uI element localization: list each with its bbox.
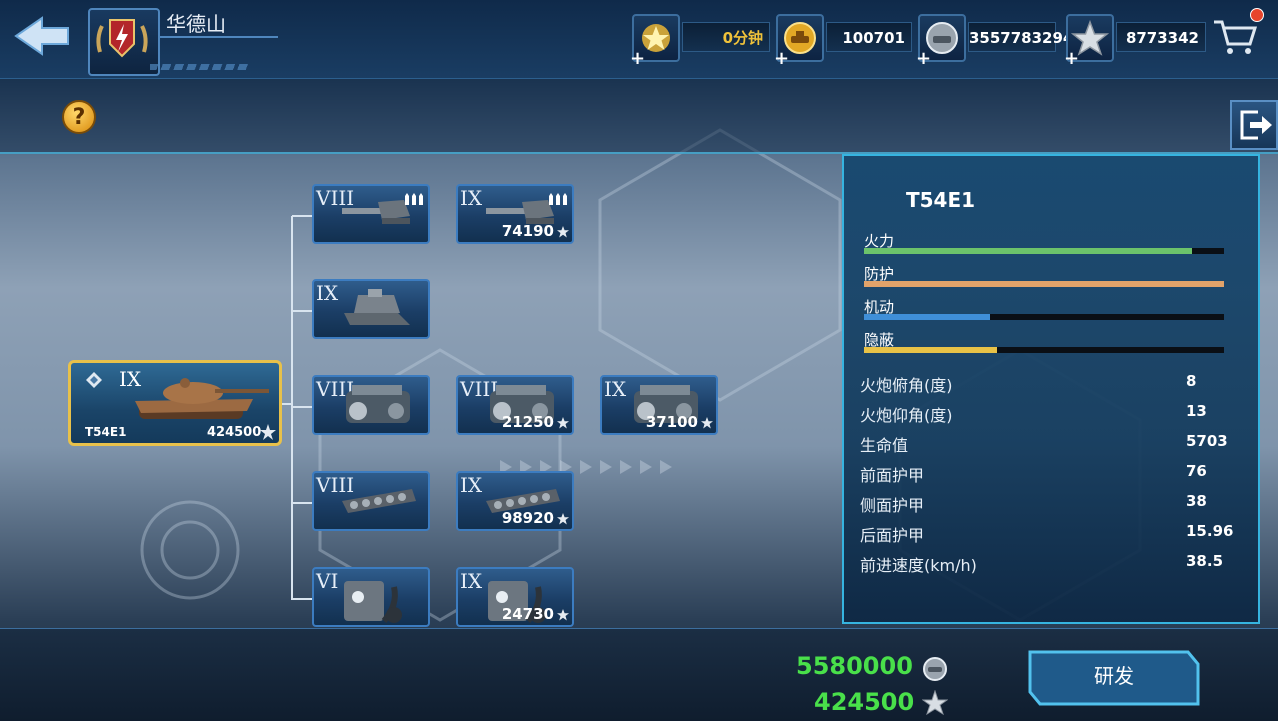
free-xp-resource[interactable]: 8773342 + (1064, 14, 1206, 69)
stat-label: 火炮仰角(度) (860, 406, 953, 425)
xp-star-icon (260, 424, 276, 440)
module-node-engine[interactable]: IX 37100 (600, 375, 718, 435)
stat-bar (864, 281, 1224, 287)
xp-star-icon (922, 690, 948, 716)
module-node-tracks[interactable]: VIII (312, 471, 430, 531)
silver-value: 3557783294 (968, 22, 1073, 52)
stat-value: 5703 (1186, 432, 1228, 450)
tank-image (135, 378, 269, 419)
xp-star-icon (557, 609, 569, 621)
stat-bar (864, 314, 1224, 320)
research-xp-cost: 424500 (814, 688, 915, 716)
module-xp-cost: 24730 (501, 605, 554, 623)
silver-coin-icon (923, 657, 947, 681)
xp-star-icon (557, 513, 569, 525)
ammo-icon (404, 190, 424, 209)
stat-bar-fill (864, 347, 998, 353)
stat-value: 15.96 (1186, 522, 1234, 540)
tank-class-diamond-icon (86, 372, 102, 388)
research-button[interactable]: 研发 (1028, 650, 1200, 706)
module-tier: IX (460, 569, 483, 593)
stat-bar (864, 347, 1224, 353)
free-xp-value: 8773342 (1116, 22, 1206, 52)
stat-bar-fill (864, 248, 1192, 254)
tracks-module-icon (338, 479, 418, 523)
stat-label: 侧面护甲 (860, 496, 925, 515)
stat-bar-fill (864, 314, 990, 320)
tank-xp: 424500 (207, 425, 262, 440)
notification-dot (1250, 8, 1264, 22)
module-tier: VI (316, 569, 339, 593)
stat-bar-fill (864, 281, 1224, 287)
exit-button[interactable] (1230, 100, 1278, 150)
module-node-radio[interactable]: VI (312, 567, 430, 627)
shopping-cart-icon[interactable] (1212, 14, 1258, 58)
module-xp-cost: 74190 (501, 222, 554, 240)
stat-bar (864, 248, 1224, 254)
module-tier: IX (316, 281, 339, 305)
stat-label: 后面护甲 (860, 526, 925, 545)
module-node-engine[interactable]: VIII (312, 375, 430, 435)
module-node-radio[interactable]: IX 24730 (456, 567, 574, 627)
stat-value: 38.5 (1186, 552, 1224, 570)
add-free-xp-button[interactable]: + (1064, 48, 1079, 69)
stat-value: 8 (1186, 372, 1197, 390)
stat-label: 生命值 (860, 436, 909, 455)
module-tier: IX (460, 186, 483, 210)
module-node-tracks[interactable]: IX 98920 (456, 471, 574, 531)
module-xp-cost: 37100 (645, 413, 698, 431)
add-silver-button[interactable]: + (916, 48, 931, 69)
module-node-gun[interactable]: VIII (312, 184, 430, 244)
radio-module-icon (338, 575, 418, 631)
stat-value: 76 (1186, 462, 1207, 480)
stat-label: 前进速度(km/h) (860, 556, 977, 575)
engine-module-icon (338, 383, 422, 435)
stat-label: 火炮俯角(度) (860, 376, 953, 395)
xp-star-icon (557, 226, 569, 238)
current-tank-node[interactable]: IX T54E1 424500 (68, 360, 282, 446)
module-node-gun[interactable]: IX 74190 (456, 184, 574, 244)
xp-star-icon (557, 417, 569, 429)
ammo-icon (548, 190, 568, 209)
stat-value: 13 (1186, 402, 1207, 420)
module-xp-cost: 21250 (501, 413, 554, 431)
research-silver-cost: 5580000 (796, 652, 913, 680)
tank-name: T54E1 (85, 425, 127, 439)
xp-star-icon (701, 417, 713, 429)
research-button-label: 研发 (1094, 664, 1134, 688)
module-node-engine[interactable]: VIII 21250 (456, 375, 574, 435)
module-xp-cost: 98920 (501, 509, 554, 527)
stat-value: 38 (1186, 492, 1207, 510)
silver-resource[interactable]: 3557783294 + (916, 14, 1073, 69)
panel-title: T54E1 (906, 188, 976, 212)
module-tier: IX (604, 377, 627, 401)
module-node-turret[interactable]: IX (312, 279, 430, 339)
stat-label: 前面护甲 (860, 466, 925, 485)
exit-icon (1240, 110, 1272, 140)
module-tier: IX (460, 473, 483, 497)
tank-info-panel: T54E1 火力 防护 机动 隐蔽 火炮俯角(度) 8 火炮仰角(度) 13 生命值 5703 前… (842, 154, 1260, 624)
turret-module-icon (338, 287, 418, 335)
